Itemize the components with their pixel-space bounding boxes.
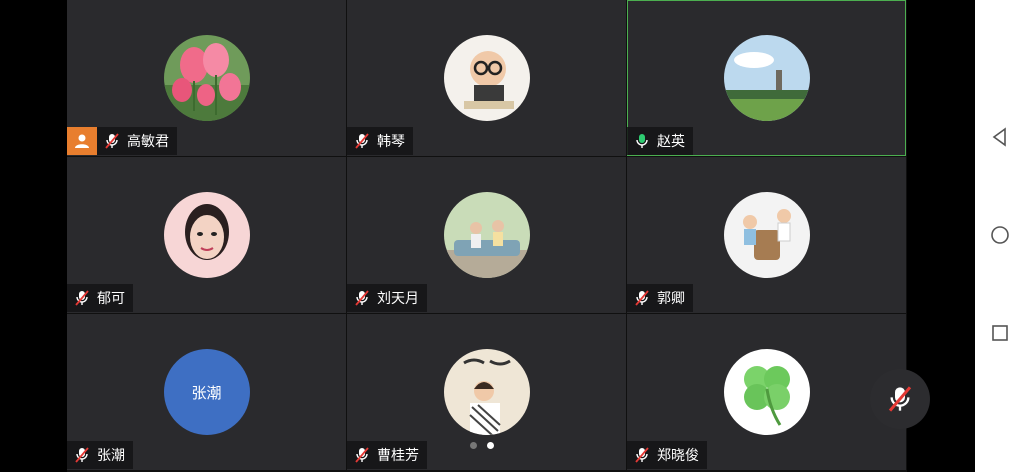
home-circle-icon[interactable] xyxy=(987,222,1013,248)
participant-name: 韩琴 xyxy=(377,134,405,150)
landscape-photo-image xyxy=(723,35,810,121)
person-icon xyxy=(75,134,89,148)
page-dot-1[interactable] xyxy=(470,442,477,449)
participant-name-bar: 郭卿 xyxy=(627,284,693,312)
mic-muted-icon xyxy=(631,287,653,309)
two-kids-image xyxy=(723,192,810,278)
woman-calligraphy-image xyxy=(443,349,530,435)
participant-name-bar: 郁可 xyxy=(67,284,133,312)
mic-muted-icon xyxy=(351,287,373,309)
recents-square-icon[interactable] xyxy=(987,320,1013,346)
children-sofa-image xyxy=(443,192,530,278)
participant-tile[interactable]: 郭卿 xyxy=(627,157,906,313)
clover-image xyxy=(723,349,810,435)
page-dot-2-current[interactable] xyxy=(487,442,494,449)
participant-tile[interactable]: 郁可 xyxy=(67,157,346,313)
tulip-photo-image xyxy=(163,35,250,121)
participant-name: 刘天月 xyxy=(377,291,419,307)
participant-avatar xyxy=(723,192,810,278)
participant-name-bar: 曹桂芳 xyxy=(347,441,427,469)
participant-tile[interactable]: 刘天月 xyxy=(347,157,626,313)
back-triangle-icon[interactable] xyxy=(987,124,1013,150)
participant-avatar xyxy=(723,35,810,121)
participant-tile[interactable]: 郑晓俊 xyxy=(627,314,906,470)
participant-tile-active[interactable]: 赵英 xyxy=(627,0,906,156)
mic-muted-icon xyxy=(888,386,912,412)
mic-muted-icon xyxy=(351,444,373,466)
participant-avatar xyxy=(163,192,250,278)
mic-muted-icon xyxy=(631,444,653,466)
participant-avatar xyxy=(163,35,250,121)
participant-name: 高敏君 xyxy=(127,134,169,150)
mic-muted-icon xyxy=(71,287,93,309)
participant-tile[interactable]: 高敏君 xyxy=(67,0,346,156)
participant-avatar xyxy=(443,35,530,121)
meeting-screen: 高敏君 韩琴 赵英 郁可 刘天月 郭卿 张潮 张潮 曹桂芳 郑晓俊 xyxy=(0,0,1024,472)
participant-name-bar: 韩琴 xyxy=(347,127,413,155)
participant-name-bar: 高敏君 xyxy=(97,127,177,155)
participant-avatar xyxy=(723,349,810,435)
system-navigation-bar xyxy=(975,0,1024,472)
participant-tile[interactable]: 韩琴 xyxy=(347,0,626,156)
floating-mic-button[interactable] xyxy=(870,369,930,429)
participant-avatar xyxy=(443,192,530,278)
participant-name-bar: 赵英 xyxy=(627,127,693,155)
participant-name-bar: 郑晓俊 xyxy=(627,441,707,469)
woman-portrait-image xyxy=(163,192,250,278)
mic-on-icon xyxy=(631,130,653,152)
participant-name-bar: 张潮 xyxy=(67,441,133,469)
host-badge xyxy=(67,127,97,155)
page-indicator[interactable] xyxy=(470,442,494,449)
mic-muted-icon xyxy=(351,130,373,152)
video-grid: 高敏君 韩琴 赵英 郁可 刘天月 郭卿 张潮 张潮 曹桂芳 郑晓俊 xyxy=(67,0,907,472)
participant-name: 曹桂芳 xyxy=(377,448,419,464)
participant-name: 郭卿 xyxy=(657,291,685,307)
participant-name: 张潮 xyxy=(97,448,125,464)
participant-name-bar: 刘天月 xyxy=(347,284,427,312)
baby-photo-image xyxy=(443,35,530,121)
text-avatar: 张潮 xyxy=(163,349,250,435)
participant-name: 赵英 xyxy=(657,134,685,150)
mic-muted-icon xyxy=(71,444,93,466)
participant-tile[interactable]: 张潮 张潮 xyxy=(67,314,346,470)
participant-avatar xyxy=(443,349,530,435)
participant-name: 郁可 xyxy=(97,291,125,307)
participant-name: 郑晓俊 xyxy=(657,448,699,464)
mic-muted-icon xyxy=(101,130,123,152)
